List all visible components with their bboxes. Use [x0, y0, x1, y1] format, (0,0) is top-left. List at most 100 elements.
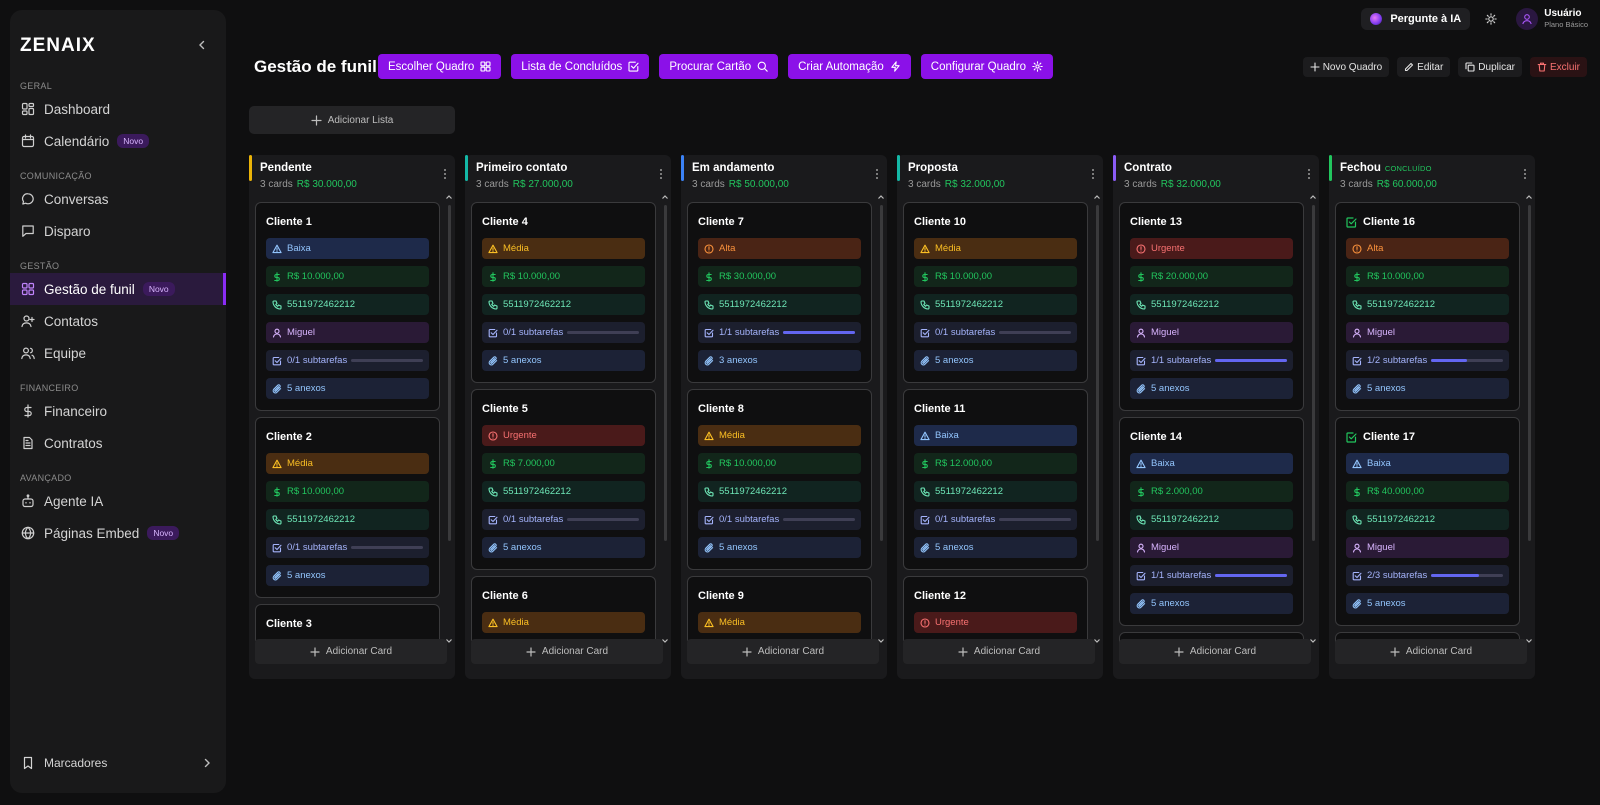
scroll-up-button[interactable]: [445, 193, 453, 201]
card-title-text: Cliente 5: [482, 403, 528, 415]
duplicar-button[interactable]: Duplicar: [1458, 57, 1522, 77]
kanban-card[interactable]: Cliente 16 Alta R$ 10.000,00 5511972462212 M…: [1335, 202, 1520, 411]
scroll-up-button[interactable]: [1309, 193, 1317, 201]
triangle-icon: [1352, 459, 1362, 468]
subtask-icon: [1136, 571, 1146, 580]
card-title: Cliente 8: [698, 398, 861, 420]
add-card-label: Adicionar Card: [973, 646, 1041, 657]
add-card-label: Adicionar Card: [325, 646, 393, 657]
excluir-button[interactable]: Excluir: [1529, 57, 1587, 77]
sidebar-item-calend-rio[interactable]: Calendário Novo: [10, 125, 226, 157]
attachments-chip-label: 5 anexos: [287, 570, 326, 581]
column-scrollbar[interactable]: [1096, 205, 1099, 541]
column-scrollbar[interactable]: [1312, 205, 1315, 541]
action-label: Novo Quadro: [1322, 61, 1383, 73]
kanban-card[interactable]: Cliente 13 Urgente R$ 20.000,00 55119724622…: [1119, 202, 1304, 411]
attachments-chip-label: 5 anexos: [935, 542, 974, 553]
assignee-chip: Miguel: [1130, 322, 1293, 343]
sidebar-item-financeiro[interactable]: Financeiro: [10, 395, 226, 427]
attachments-chip: 5 anexos: [1130, 593, 1293, 614]
escolher-quadro-button[interactable]: Escolher Quadro: [378, 54, 502, 79]
kanban-card[interactable]: Cliente 2 Média R$ 10.000,00 5511972462212 0…: [255, 417, 440, 598]
kanban-card[interactable]: Cliente 1 Baixa R$ 10.000,00 5511972462212 M…: [255, 202, 440, 411]
kanban-card[interactable]: Cliente 11 Baixa R$ 12.000,00 5511972462212…: [903, 389, 1088, 570]
alert-circle-icon: [488, 430, 498, 441]
column-menu-button[interactable]: [875, 168, 879, 180]
ask-ia-button[interactable]: Pergunte à IA: [1361, 8, 1471, 30]
sidebar-item-gest-o-de-funil[interactable]: Gestão de funil Novo: [10, 273, 226, 305]
dollar-sm-icon: [1354, 271, 1360, 282]
scroll-up-button[interactable]: [1093, 193, 1101, 201]
kanban-card[interactable]: Cliente 14 Baixa R$ 2.000,00 5511972462212 M…: [1119, 417, 1304, 626]
column-menu-button[interactable]: [1307, 168, 1311, 180]
search-icon-wrap: [757, 61, 768, 72]
add-card-button[interactable]: Adicionar Card: [471, 639, 663, 664]
add-card-button[interactable]: Adicionar Card: [255, 639, 447, 664]
column-name: Proposta: [908, 162, 958, 174]
kanban-card[interactable]: Cliente 7 Alta R$ 30.000,00 5511972462212 1/…: [687, 202, 872, 383]
column-scrollbar[interactable]: [664, 205, 667, 541]
sidebar-item-dashboard[interactable]: Dashboard: [10, 93, 226, 125]
add-list-button[interactable]: Adicionar Lista: [249, 106, 455, 134]
subtask-progress: [783, 331, 855, 334]
sidebar-item-agente-ia[interactable]: Agente IA: [10, 485, 226, 517]
phone-chip-label: 5511972462212: [935, 299, 1003, 310]
sidebar-item-label: Disparo: [44, 223, 91, 239]
subtasks-chip-label: 0/1 subtarefas: [287, 355, 348, 366]
kanban-card[interactable]: Cliente 6 Média: [471, 576, 656, 645]
sun-icon: [1485, 13, 1497, 25]
phone-icon-wrap: [1352, 514, 1362, 525]
add-card-button[interactable]: Adicionar Card: [1119, 639, 1311, 664]
kanban-card[interactable]: Cliente 12 Urgente: [903, 576, 1088, 645]
kanban-card[interactable]: Cliente 9 Média: [687, 576, 872, 645]
add-card-button[interactable]: Adicionar Card: [903, 639, 1095, 664]
scroll-up-button[interactable]: [1525, 193, 1533, 201]
phone-icon: [920, 299, 930, 310]
user-menu[interactable]: Usuário Plano Básico: [1516, 8, 1588, 30]
triangle-icon: [920, 431, 930, 440]
sidebar-item-equipe[interactable]: Equipe: [10, 337, 226, 369]
scroll-up-button[interactable]: [661, 193, 669, 201]
more-vertical-icon: [444, 169, 446, 179]
editar-button[interactable]: Editar: [1397, 57, 1451, 77]
novo-quadro-button[interactable]: Novo Quadro: [1302, 57, 1390, 77]
priority-badge-label: Média: [503, 617, 529, 628]
paperclip-icon: [704, 355, 714, 365]
add-card-button[interactable]: Adicionar Card: [687, 639, 879, 664]
sidebar-item-disparo[interactable]: Disparo: [10, 215, 226, 247]
theme-toggle-button[interactable]: [1480, 8, 1502, 30]
subtask-icon-wrap: [704, 328, 714, 338]
column-title: Em andamento: [692, 162, 774, 174]
kanban-card[interactable]: Cliente 10 Média R$ 10.000,00 5511972462212…: [903, 202, 1088, 383]
scroll-up-button[interactable]: [877, 193, 885, 201]
kanban-card[interactable]: Cliente 4 Média R$ 10.000,00 5511972462212 0…: [471, 202, 656, 383]
subtask-progress: [567, 518, 639, 521]
column-menu-button[interactable]: [659, 168, 663, 180]
column-scrollbar[interactable]: [1528, 205, 1531, 541]
column-scrollbar[interactable]: [880, 205, 883, 541]
add-card-button[interactable]: Adicionar Card: [1335, 639, 1527, 664]
sidebar-item-conversas[interactable]: Conversas: [10, 183, 226, 215]
kanban-card[interactable]: Cliente 8 Média R$ 10.000,00 5511972462212 0…: [687, 389, 872, 570]
card-title-text: Cliente 12: [914, 590, 966, 602]
criar-automacao-button[interactable]: Criar Automação: [788, 54, 911, 79]
bookmarks-item[interactable]: Marcadores: [10, 753, 226, 773]
configurar-quadro-button[interactable]: Configurar Quadro: [920, 54, 1054, 79]
column-accent: [465, 155, 468, 181]
collapse-sidebar-button[interactable]: [193, 36, 211, 54]
lista-concluidos-button[interactable]: Lista de Concluídos: [511, 54, 650, 79]
attachments-chip-label: 3 anexos: [719, 355, 758, 366]
kanban-card[interactable]: Cliente 5 Urgente R$ 7.000,00 5511972462212…: [471, 389, 656, 570]
sidebar-item-label: Contratos: [44, 435, 103, 451]
phone-icon: [488, 299, 498, 310]
sidebar-item-contatos[interactable]: Contatos: [10, 305, 226, 337]
kanban-card[interactable]: Cliente 17 Baixa R$ 40.000,00 5511972462212…: [1335, 417, 1520, 626]
priority-badge-label: Baixa: [935, 430, 959, 441]
procurar-cartao-button[interactable]: Procurar Cartão: [659, 54, 779, 79]
column-menu-button[interactable]: [443, 168, 447, 180]
sidebar-item-p-ginas-embed[interactable]: Páginas Embed Novo: [10, 517, 226, 549]
column-menu-button[interactable]: [1091, 168, 1095, 180]
column-scrollbar[interactable]: [448, 205, 451, 541]
sidebar-item-contratos[interactable]: Contratos: [10, 427, 226, 459]
column-menu-button[interactable]: [1523, 168, 1527, 180]
